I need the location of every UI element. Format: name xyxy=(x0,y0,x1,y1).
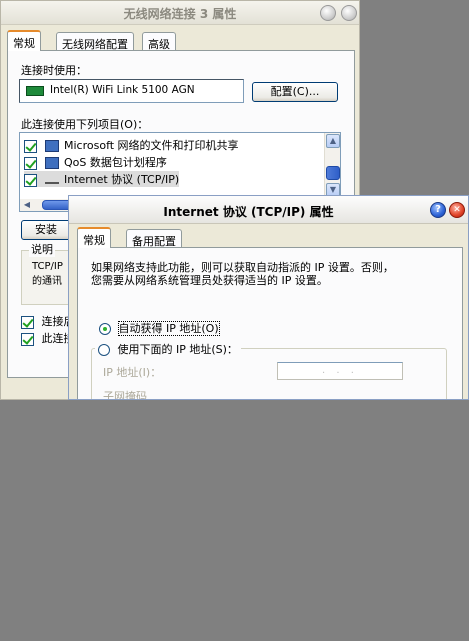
tab-wireless-config[interactable]: 无线网络配置 xyxy=(56,32,134,52)
qos-icon xyxy=(44,157,59,169)
scroll-left-icon[interactable]: ◀ xyxy=(21,199,33,211)
list-item[interactable]: Internet 协议 (TCP/IP) xyxy=(24,171,180,187)
help-icon[interactable]: ? xyxy=(430,202,446,218)
tab-general[interactable]: 常规 xyxy=(7,30,41,51)
tab-alternate-config[interactable]: 备用配置 xyxy=(126,229,182,249)
subnet-mask-label: 子网掩码 xyxy=(103,390,147,400)
scroll-up-icon[interactable]: ▲ xyxy=(326,134,340,148)
manual-ip-label: 使用下面的 IP 地址(S)： xyxy=(117,343,238,356)
manual-ip-radio-row[interactable]: 使用下面的 IP 地址(S)： xyxy=(95,341,241,357)
notify-checkbox-row[interactable]: 此连接 xyxy=(21,330,75,346)
show-icon-checkbox-row[interactable]: 连接后 xyxy=(21,313,75,329)
checkbox-qos[interactable] xyxy=(24,156,37,170)
checkbox-file-print-sharing[interactable] xyxy=(24,139,37,153)
notify-checkbox[interactable] xyxy=(21,332,34,346)
scroll-thumb[interactable] xyxy=(326,166,340,180)
install-button[interactable]: 安装 xyxy=(21,220,71,240)
network-card-icon xyxy=(26,86,44,96)
close-icon[interactable] xyxy=(341,5,357,21)
list-item-label: Microsoft 网络的文件和打印机共享 xyxy=(64,139,239,152)
manual-ip-radio[interactable] xyxy=(98,344,110,356)
help-icon[interactable] xyxy=(320,5,336,21)
adapter-field: Intel(R) WiFi Link 5100 AGN xyxy=(19,79,244,103)
ip-address-input[interactable]: . . . xyxy=(277,362,403,380)
tcpip-dialog-titlebar[interactable]: Internet 协议 (TCP/IP) 属性 ? ✕ xyxy=(69,196,468,224)
tab-general[interactable]: 常规 xyxy=(77,227,111,248)
ip-address-label: IP 地址(I)： xyxy=(103,366,162,379)
description-group-label: 说明 xyxy=(29,241,55,257)
list-item-label: QoS 数据包计划程序 xyxy=(64,156,167,169)
show-icon-checkbox[interactable] xyxy=(21,315,34,329)
tcpip-dialog-title: Internet 协议 (TCP/IP) 属性 xyxy=(163,205,334,219)
tab-advanced[interactable]: 高级 xyxy=(142,32,176,52)
auto-ip-radio[interactable] xyxy=(99,323,111,335)
share-icon xyxy=(44,140,59,152)
auto-ip-label: 自动获得 IP 地址(O) xyxy=(117,321,220,336)
back-window-titlebar[interactable]: 无线网络连接 3 属性 xyxy=(1,1,359,25)
tcpip-properties-dialog: Internet 协议 (TCP/IP) 属性 ? ✕ 常规 备用配置 如果网络… xyxy=(68,195,469,400)
connect-using-label: 连接时使用： xyxy=(21,64,87,77)
configure-button[interactable]: 配置(C)... xyxy=(252,82,338,102)
adapter-name: Intel(R) WiFi Link 5100 AGN xyxy=(50,84,195,96)
protocol-icon xyxy=(44,176,59,184)
list-item-label: Internet 协议 (TCP/IP) xyxy=(64,173,180,186)
list-item[interactable]: QoS 数据包计划程序 xyxy=(24,154,167,170)
auto-ip-radio-row[interactable]: 自动获得 IP 地址(O) xyxy=(99,320,220,336)
items-label: 此连接使用下列项目(O)： xyxy=(21,118,149,131)
list-item[interactable]: Microsoft 网络的文件和打印机共享 xyxy=(24,137,239,153)
back-window-title: 无线网络连接 3 属性 xyxy=(123,7,237,21)
checkbox-tcpip[interactable] xyxy=(24,173,37,187)
intro-text-line-2: 您需要从网络系统管理员处获得适当的 IP 设置。 xyxy=(91,274,328,287)
close-icon[interactable]: ✕ xyxy=(449,202,465,218)
